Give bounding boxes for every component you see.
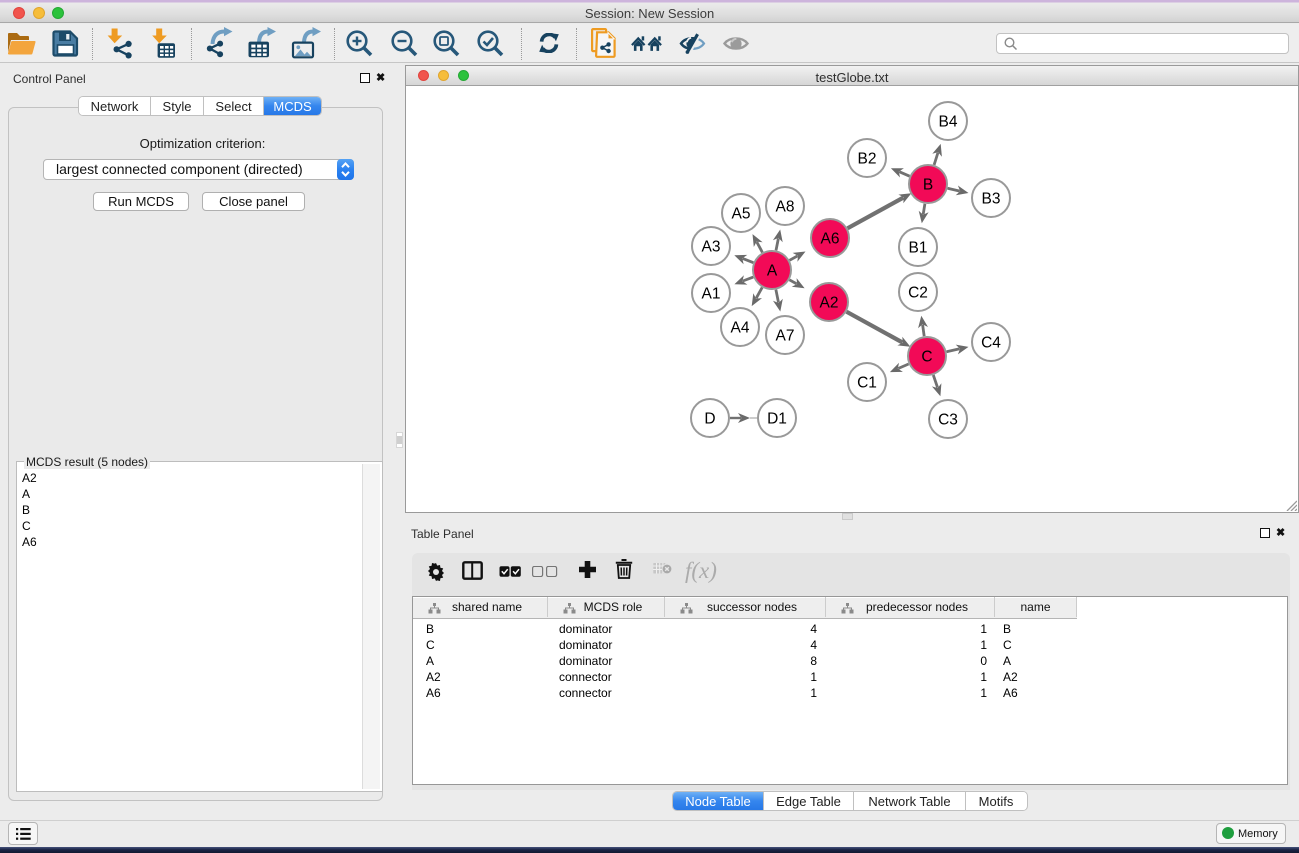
svg-text:C1: C1 <box>857 375 877 392</box>
svg-text:A2: A2 <box>820 295 839 312</box>
svg-text:D: D <box>704 411 715 428</box>
svg-text:B1: B1 <box>909 240 928 257</box>
svg-text:C4: C4 <box>981 335 1001 352</box>
svg-text:C2: C2 <box>908 285 928 302</box>
svg-text:A1: A1 <box>702 286 721 303</box>
svg-text:B2: B2 <box>858 151 877 168</box>
svg-text:A7: A7 <box>776 328 795 345</box>
svg-text:A: A <box>767 263 778 280</box>
svg-text:B4: B4 <box>939 114 958 131</box>
svg-text:C3: C3 <box>938 412 958 429</box>
svg-text:A6: A6 <box>821 231 840 248</box>
svg-text:A8: A8 <box>776 199 795 216</box>
svg-text:B3: B3 <box>982 191 1001 208</box>
svg-text:A4: A4 <box>731 320 750 337</box>
svg-text:D1: D1 <box>767 411 787 428</box>
svg-text:B: B <box>923 177 933 194</box>
svg-text:C: C <box>921 349 932 366</box>
svg-text:A5: A5 <box>732 206 751 223</box>
svg-text:A3: A3 <box>702 239 721 256</box>
